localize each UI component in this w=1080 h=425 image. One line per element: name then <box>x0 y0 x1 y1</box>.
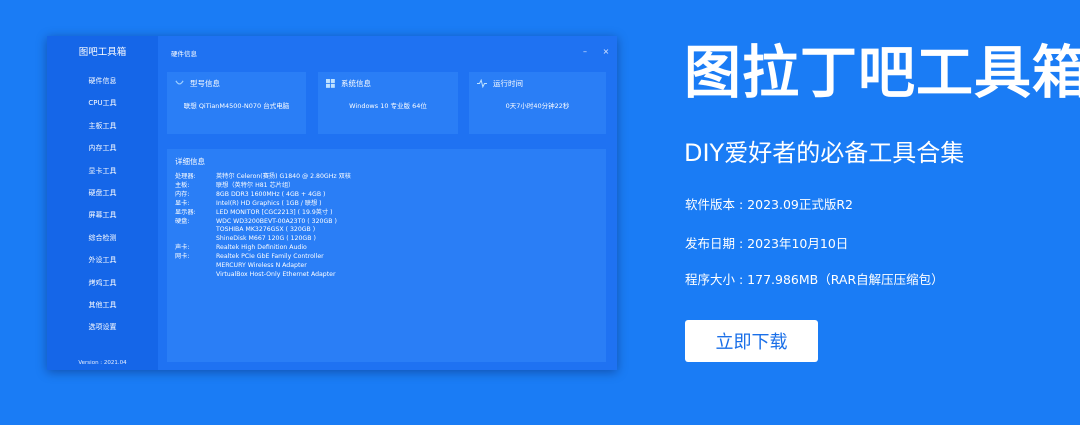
sidebar-item[interactable]: 其他工具 <box>47 294 158 316</box>
monitor-icon <box>175 79 184 85</box>
sidebar-item[interactable]: 主板工具 <box>47 115 158 137</box>
sidebar-title: 图吧工具箱 <box>78 47 127 58</box>
sidebar-item[interactable]: 内存工具 <box>47 137 158 159</box>
detail-row: 显卡: Intel(R) HD Graphics ( 1GB / 联想 ) <box>175 200 351 209</box>
detail-row: 处理器: 英特尔 Celeron(赛扬) G1840 @ 2.80GHz 双核 <box>175 173 351 182</box>
main-panel: 硬件信息 – × 型号信息 联想 QiTianM4500-N070 台式电脑 系… <box>158 36 617 370</box>
detail-value: MERCURY Wireless N Adapter <box>216 262 307 270</box>
uptime-value: 0天7小时40分钟22秒 <box>505 102 570 110</box>
release-date: 发布日期 : 2023年10月10日 <box>685 236 849 251</box>
pulse-icon <box>477 78 487 88</box>
detail-row: 主板: 联想（英特尔 H81 芯片组） <box>175 182 351 191</box>
sidebar-item[interactable]: 烤鸡工具 <box>47 272 158 294</box>
detail-key: 网卡: <box>175 253 190 261</box>
sidebar-menu: 硬件信息 CPU工具 主板工具 内存工具 显卡工具 硬盘工具 屏幕工具 综合检测 外设工具 烤鸡工… <box>47 70 158 339</box>
detail-value: 英特尔 Celeron(赛扬) G1840 @ 2.80GHz 双核 <box>216 173 351 180</box>
detail-value: Realtek High Definition Audio <box>216 244 307 252</box>
detail-row: TOSHIBA MK3276GSX ( 320GB ) <box>175 226 351 235</box>
promo-title: 图拉丁吧工具箱 <box>684 40 1080 106</box>
program-size: 程序大小 : 177.986MB（RAR自解压压缩包） <box>685 272 944 287</box>
uptime-label: 运行时间 <box>493 78 523 88</box>
detail-key <box>175 271 216 280</box>
version-label: Version : 2021.04 <box>78 360 127 366</box>
sidebar-item[interactable]: 显卡工具 <box>47 160 158 182</box>
detail-key: 显示器: <box>175 208 196 216</box>
download-button[interactable]: 立即下载 <box>685 320 818 362</box>
uptime-card: 运行时间 0天7小时40分钟22秒 <box>469 72 606 134</box>
sidebar-item[interactable]: 选项设置 <box>47 316 158 338</box>
model-info-value: 联想 QiTianM4500-N070 台式电脑 <box>183 102 290 110</box>
detail-table: 处理器: 英特尔 Celeron(赛扬) G1840 @ 2.80GHz 双核主板… <box>175 173 351 280</box>
detail-row: ShineDisk M667 120G ( 120GB ) <box>175 235 351 244</box>
detail-value: Intel(R) HD Graphics ( 1GB / 联想 ) <box>216 199 322 207</box>
sidebar-item[interactable]: 硬件信息 <box>47 70 158 92</box>
detail-title: 详细信息 <box>175 157 205 166</box>
software-version: 软件版本 : 2023.09正式版R2 <box>685 197 853 212</box>
detail-key: 声卡: <box>175 244 190 252</box>
sidebar-item[interactable]: 硬盘工具 <box>47 182 158 204</box>
detail-value: LED MONITOR [CGC2213] ( 19.9英寸 ) <box>216 208 333 216</box>
detail-value: TOSHIBA MK3276GSX ( 320GB ) <box>216 226 316 234</box>
detail-key <box>175 262 216 271</box>
detail-key <box>175 235 216 244</box>
detail-row: 声卡: Realtek High Definition Audio <box>175 244 351 253</box>
detail-value: ShineDisk M667 120G ( 120GB ) <box>216 235 316 243</box>
model-info-card: 型号信息 联想 QiTianM4500-N070 台式电脑 <box>167 72 306 134</box>
detail-row: VirtualBox Host-Only Ethernet Adapter <box>175 271 351 280</box>
detail-key: 主板: <box>175 181 190 189</box>
detail-value: 8GB DDR3 1600MHz ( 4GB + 4GB ) <box>216 190 326 198</box>
sidebar-item[interactable]: CPU工具 <box>47 92 158 114</box>
detail-key: 显卡: <box>175 199 190 207</box>
detail-key: 处理器: <box>175 173 196 180</box>
sidebar-item[interactable]: 外设工具 <box>47 249 158 271</box>
window-titlebar: 硬件信息 <box>158 36 617 69</box>
system-info-label: 系统信息 <box>341 78 371 88</box>
detail-row: 网卡: Realtek PCIe GbE Family Controller <box>175 253 351 262</box>
close-button[interactable]: × <box>600 46 612 58</box>
sidebar: 图吧工具箱 硬件信息 CPU工具 主板工具 内存工具 显卡工具 硬盘工具 屏幕工具 综合检测外… <box>47 36 158 370</box>
detail-row: 内存: 8GB DDR3 1600MHz ( 4GB + 4GB ) <box>175 191 351 200</box>
detail-value: Realtek PCIe GbE Family Controller <box>216 253 324 261</box>
system-info-value: Windows 10 专业版 64位 <box>349 102 427 110</box>
promo-subtitle: DIY爱好者的必备工具合集 <box>684 139 965 167</box>
detail-row: MERCURY Wireless N Adapter <box>175 262 351 271</box>
app-window: 图吧工具箱 硬件信息 CPU工具 主板工具 内存工具 显卡工具 硬盘工具 屏幕工具 综合检测外… <box>47 36 617 370</box>
detail-value: VirtualBox Host-Only Ethernet Adapter <box>216 270 336 278</box>
detail-key <box>175 226 216 235</box>
detail-key: 硬盘: <box>175 217 190 225</box>
detail-key: 内存: <box>175 190 190 198</box>
detail-row: 显示器: LED MONITOR [CGC2213] ( 19.9英寸 ) <box>175 209 351 218</box>
sidebar-item[interactable]: 屏幕工具 <box>47 204 158 226</box>
detail-row: 硬盘: WDC WD3200BEVT-00A23T0 ( 320GB ) <box>175 218 351 227</box>
window-title: 硬件信息 <box>171 49 197 58</box>
minimize-button[interactable]: – <box>579 46 591 58</box>
detail-value: 联想（英特尔 H81 芯片组） <box>216 181 295 189</box>
sidebar-item[interactable]: 综合检测 <box>47 227 158 249</box>
system-info-card: 系统信息 Windows 10 专业版 64位 <box>318 72 458 134</box>
detail-value: WDC WD3200BEVT-00A23T0 ( 320GB ) <box>216 217 337 225</box>
detail-panel: 详细信息 处理器: 英特尔 Celeron(赛扬) G1840 @ 2.80GHz… <box>167 149 606 362</box>
model-info-label: 型号信息 <box>190 78 220 88</box>
windows-icon <box>326 78 335 88</box>
